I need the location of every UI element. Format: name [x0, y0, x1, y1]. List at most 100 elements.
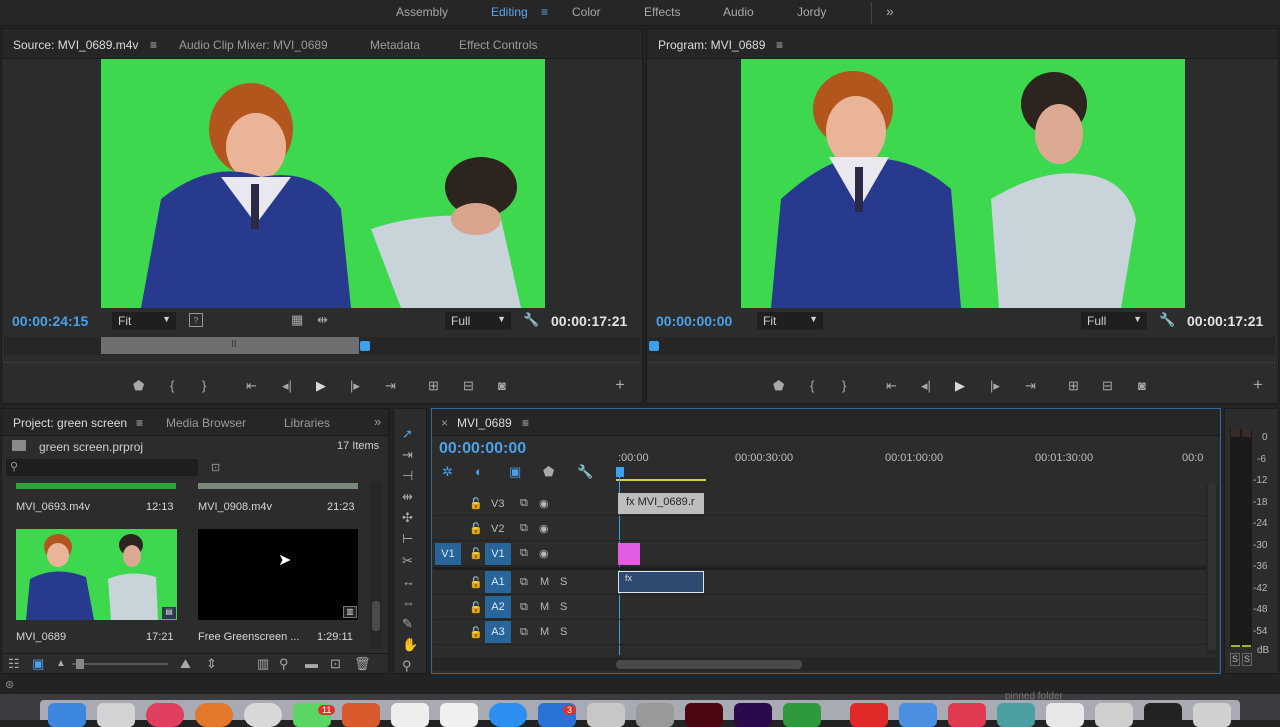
item-name[interactable]: Free Greenscreen ...	[198, 631, 300, 643]
source-playhead[interactable]	[360, 341, 370, 351]
lock-icon[interactable]: 🔓	[469, 576, 483, 589]
wrench-icon[interactable]: 🔧	[1159, 313, 1175, 327]
workspace-editing[interactable]: Editing	[491, 5, 528, 19]
safe-margins-icon[interactable]: ?	[189, 313, 203, 327]
program-quality-select[interactable]: Full ▼	[1081, 312, 1147, 330]
find-icon[interactable]: ⚲	[279, 657, 289, 671]
workspace-overflow-icon[interactable]: »	[886, 3, 894, 19]
mute-button[interactable]: M	[540, 601, 549, 613]
terminal-icon[interactable]	[1144, 703, 1182, 727]
overwrite-icon[interactable]: ⊟	[463, 379, 474, 393]
folder-icon[interactable]	[899, 703, 937, 727]
new-item-icon[interactable]: ⊡	[330, 657, 341, 671]
wrench-icon[interactable]: 🔧	[577, 465, 593, 479]
pen-tool-icon[interactable]: ✎	[402, 617, 413, 631]
slip-tool-icon[interactable]: ↔	[402, 575, 415, 589]
rolling-edit-icon[interactable]: ⇹	[402, 490, 413, 504]
text-editor-icon[interactable]	[391, 703, 429, 727]
clip-v3[interactable]: fx MVI_0689.r	[618, 493, 704, 514]
mute-button[interactable]: M	[540, 626, 549, 638]
lock-icon[interactable]: 🔓	[469, 522, 483, 535]
media-encoder-icon[interactable]	[685, 703, 723, 727]
app-store-icon[interactable]	[489, 703, 527, 727]
range-handle-icon[interactable]: II	[231, 339, 237, 350]
itunes-icon[interactable]	[146, 703, 184, 727]
tab-effect-controls[interactable]: Effect Controls	[459, 38, 537, 52]
project-scrollbar[interactable]	[370, 481, 382, 649]
automate-icon[interactable]: ▥	[257, 657, 269, 671]
mark-in-icon[interactable]: {	[170, 379, 174, 393]
trash-icon[interactable]	[1193, 703, 1231, 727]
clip-indicator-right[interactable]	[1242, 429, 1251, 437]
workspace-menu-icon[interactable]: ≡	[541, 5, 548, 19]
finder-icon[interactable]	[48, 703, 86, 727]
office-icon[interactable]	[342, 703, 380, 727]
new-bin-icon[interactable]: ▬	[305, 657, 318, 671]
lift-icon[interactable]: ⊞	[1068, 379, 1079, 393]
firefox-icon[interactable]	[195, 703, 233, 727]
system-preferences-icon[interactable]	[97, 703, 135, 727]
clip-indicator-left[interactable]	[1231, 429, 1240, 437]
list-view-icon[interactable]: ☷	[8, 657, 20, 671]
item-name[interactable]: MVI_0693.m4v	[16, 501, 90, 513]
go-to-in-icon[interactable]: ⇤	[246, 379, 257, 393]
zoom-tool-icon[interactable]: ⚲	[402, 659, 412, 673]
close-icon[interactable]: ×	[441, 416, 448, 430]
clip-a1[interactable]: fx	[618, 571, 704, 593]
mark-in-icon[interactable]: {	[810, 379, 814, 393]
timeline-vertical-scrollbar[interactable]	[1206, 484, 1218, 654]
preview-icon[interactable]	[587, 703, 625, 727]
slider-thumb[interactable]	[76, 659, 84, 669]
eye-icon[interactable]: ◉	[539, 547, 549, 560]
workspace-jordy[interactable]: Jordy	[797, 5, 826, 19]
slide-tool-icon[interactable]: ⇔	[402, 596, 415, 610]
track-target-a2[interactable]: A2	[485, 596, 511, 618]
step-forward-icon[interactable]: |▸	[990, 379, 1000, 393]
timeline-horizontal-scrollbar[interactable]	[433, 657, 1218, 671]
item-name[interactable]: MVI_0908.m4v	[198, 501, 272, 513]
go-to-out-icon[interactable]: ⇥	[1025, 379, 1036, 393]
play-icon[interactable]: ▶	[316, 379, 326, 393]
new-bin-icon[interactable]: ⊡	[211, 461, 220, 474]
item-name[interactable]: MVI_0689	[16, 631, 66, 643]
workspace-assembly[interactable]: Assembly	[396, 5, 448, 19]
track-target-v1[interactable]: V1	[485, 543, 511, 565]
tab-metadata[interactable]: Metadata	[370, 38, 420, 52]
tab-project[interactable]: Project: green screen	[13, 416, 127, 430]
timeline-timecode[interactable]: 00:00:00:00	[439, 440, 526, 458]
add-button-icon[interactable]: +	[1253, 376, 1263, 393]
solo-left-button[interactable]: S	[1230, 653, 1240, 666]
program-timecode-current[interactable]: 00:00:00:00	[656, 313, 732, 329]
solo-right-button[interactable]: S	[1242, 653, 1252, 666]
razor-icon[interactable]: ✂	[402, 554, 413, 568]
sync-lock-icon[interactable]: ⧉	[520, 601, 528, 614]
lock-icon[interactable]: 🔓	[469, 547, 483, 560]
project-search-input[interactable]: ⚲	[6, 459, 198, 476]
timeline-hscroll-thumb[interactable]	[616, 660, 802, 669]
solo-button[interactable]: S	[560, 601, 567, 613]
track-select-icon[interactable]: ⇥	[402, 448, 413, 462]
wrench-icon[interactable]: 🔧	[523, 313, 539, 327]
insert-overwrite-icon[interactable]: ⇹	[317, 313, 328, 327]
razor-tool-icon[interactable]: ⊢	[402, 532, 413, 546]
tab-media-browser[interactable]: Media Browser	[166, 416, 246, 430]
panel-overflow-icon[interactable]: »	[374, 414, 381, 429]
thumb-mvi-0689[interactable]	[16, 529, 177, 620]
camera-icon[interactable]: ◙	[1138, 379, 1146, 393]
export-frame-icon[interactable]: ▦	[291, 313, 303, 327]
camera-icon[interactable]: ◙	[498, 379, 506, 393]
go-to-in-icon[interactable]: ⇤	[886, 379, 897, 393]
add-marker-icon[interactable]: ⬟	[133, 379, 144, 393]
thumbnail-size-slider[interactable]	[72, 659, 168, 669]
tab-audio-clip-mixer[interactable]: Audio Clip Mixer: MVI_0689	[179, 38, 328, 52]
source-quality-select[interactable]: Full ▼	[445, 312, 511, 330]
status-icon[interactable]: ⊛	[5, 678, 14, 691]
project-scroll-thumb[interactable]	[372, 601, 380, 631]
program-video-frame[interactable]	[741, 59, 1185, 308]
program-playhead[interactable]	[649, 341, 659, 351]
go-to-out-icon[interactable]: ⇥	[385, 379, 396, 393]
sequence-menu-icon[interactable]: ≡	[522, 416, 529, 430]
eye-icon[interactable]: ◉	[539, 497, 549, 510]
source-zoom-bar[interactable]	[4, 359, 640, 363]
tab-libraries[interactable]: Libraries	[284, 416, 330, 430]
